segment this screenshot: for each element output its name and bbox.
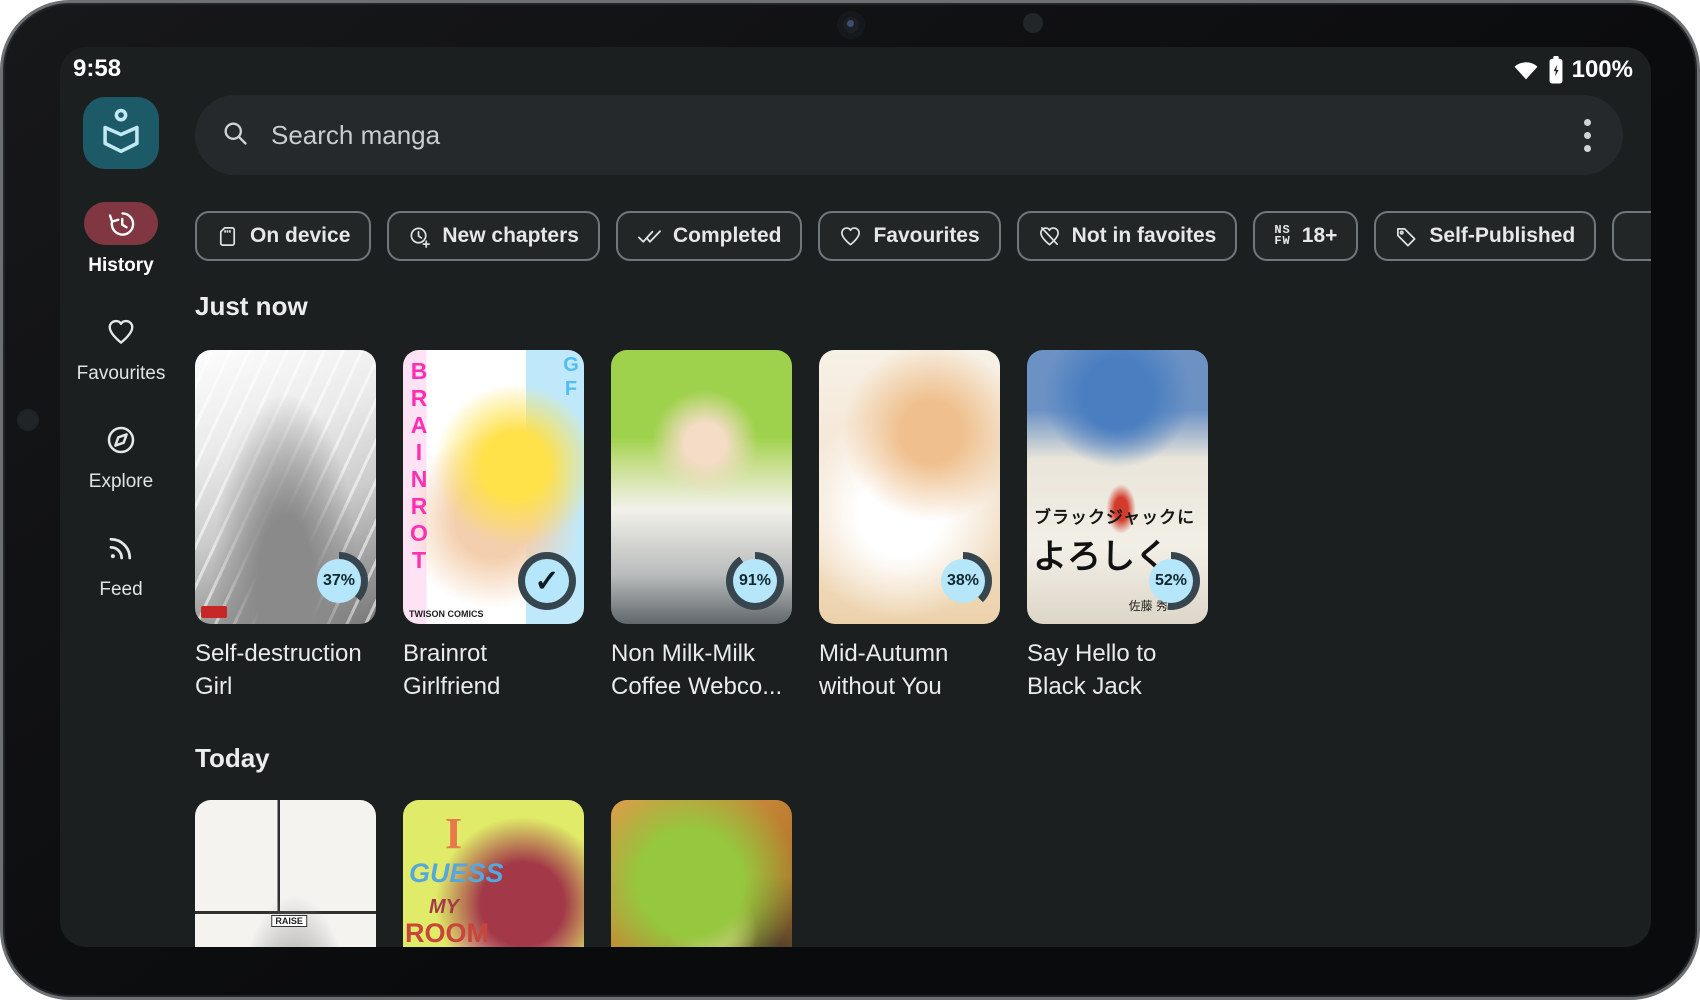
reading-progress-badge: 37% (310, 552, 368, 610)
history-icon (106, 209, 136, 239)
sidebar-item-feed[interactable]: Feed (84, 526, 158, 601)
history-row-today: RAISE I GUESS MY ROOM MATE (195, 800, 1651, 947)
heart-off-icon (1038, 225, 1061, 248)
sidebar-item-history[interactable]: History (84, 202, 158, 277)
manga-card[interactable]: BRAINROT GF TWISON COMICS ✓ Brainrot Gir… (403, 350, 584, 703)
light-sensor (1023, 13, 1043, 33)
filter-chip-completed[interactable]: Completed (616, 211, 803, 261)
kebab-menu-icon[interactable] (1578, 113, 1597, 158)
cover-art-text: MY (429, 896, 459, 919)
sidebar-item-label: History (88, 255, 153, 277)
device-screenshot: 9:58 100% (0, 0, 1700, 1000)
manga-title: Non Milk-Milk Coffee Webco... (611, 637, 792, 703)
sidebar-item-label: Favourites (77, 363, 166, 385)
completed-badge: ✓ (518, 552, 576, 610)
manga-card[interactable]: 38% Mid-Autumn without You (819, 350, 1000, 703)
manga-cover: 37% (195, 350, 376, 624)
nsfw-icon: NS FW (1274, 225, 1290, 247)
manga-card[interactable]: 37% Self-destruction Girl (195, 350, 376, 703)
cover-art-text: I (445, 808, 462, 859)
filter-chip-18plus[interactable]: NS FW 18+ (1253, 211, 1358, 261)
heart-icon (839, 225, 862, 248)
search-input[interactable]: Search manga (195, 95, 1623, 175)
cover-art-text: ブラックジャックに (1034, 503, 1195, 528)
manga-cover (611, 800, 792, 947)
app-screen: 9:58 100% (60, 47, 1651, 947)
manga-cover: 91% (611, 350, 792, 624)
navigation-rail: History Favourites (60, 97, 182, 601)
cover-art-text: GUESS (409, 858, 504, 889)
sd-card-icon (216, 225, 239, 248)
filter-chip-not-in-favourites[interactable]: Not in favoites (1017, 211, 1238, 261)
manga-card[interactable]: I GUESS MY ROOM MATE (403, 800, 584, 947)
cover-art-text: BRAINROT (405, 358, 432, 574)
manga-title: Self-destruction Girl (195, 637, 376, 703)
active-indicator (84, 202, 158, 245)
cover-publisher-text: TWISON COMICS (409, 609, 484, 619)
search-icon (221, 119, 249, 152)
filter-chip-new-chapters[interactable]: New chapters (387, 211, 600, 261)
history-row-just-now: 37% Self-destruction Girl BRAINROT GF TW (195, 350, 1651, 703)
filter-chip-on-device[interactable]: On device (195, 211, 371, 261)
filter-chip-self-published[interactable]: Self-Published (1374, 211, 1596, 261)
clock: 9:58 (73, 55, 121, 83)
filter-chip-partial[interactable] (1612, 211, 1651, 261)
filter-chip-favourites[interactable]: Favourites (818, 211, 1000, 261)
sidebar-item-label: Explore (89, 471, 153, 493)
manga-title: Say Hello to Black Jack (1027, 637, 1208, 703)
side-camera (17, 409, 39, 431)
front-camera (837, 11, 865, 39)
search-placeholder: Search manga (271, 120, 1578, 151)
cover-art-text: RAISE (271, 915, 307, 927)
publisher-mark (201, 606, 227, 618)
manga-title: Mid-Autumn without You (819, 637, 1000, 703)
manga-cover: BRAINROT GF TWISON COMICS ✓ (403, 350, 584, 624)
manga-card[interactable]: RAISE (195, 800, 376, 947)
heart-icon (105, 317, 137, 347)
manga-cover: ブラックジャックに よろしく 佐藤 秀 52% (1027, 350, 1208, 624)
manga-card[interactable]: ブラックジャックに よろしく 佐藤 秀 52% Say Hello to Bla… (1027, 350, 1208, 703)
reading-progress-badge: 52% (1142, 552, 1200, 610)
main-content: Search manga On device (195, 47, 1651, 947)
manga-card[interactable]: 91% Non Milk-Milk Coffee Webco... (611, 350, 792, 703)
section-header-just-now: Just now (195, 291, 1651, 322)
app-logo-button[interactable] (83, 97, 159, 169)
manga-cover: I GUESS MY ROOM MATE (403, 800, 584, 947)
manga-title: Brainrot Girlfriend (403, 637, 584, 703)
double-check-icon (637, 225, 662, 248)
manga-cover: 38% (819, 350, 1000, 624)
mihon-logo-icon (99, 108, 143, 159)
tablet-bezel: 9:58 100% (0, 0, 1700, 1000)
sidebar-item-label: Feed (99, 579, 142, 601)
filter-chip-row: On device New chapters (195, 211, 1651, 261)
section-header-today: Today (195, 743, 1651, 774)
cover-art-text: GF (559, 354, 582, 402)
reading-progress-badge: 38% (934, 552, 992, 610)
tag-icon (1395, 225, 1418, 248)
cover-art-text: ROOM (405, 918, 489, 947)
manga-cover: RAISE (195, 800, 376, 947)
sidebar-item-explore[interactable]: Explore (84, 418, 158, 493)
clock-plus-icon (408, 225, 431, 248)
reading-progress-badge: 91% (726, 552, 784, 610)
manga-card[interactable] (611, 800, 792, 947)
rss-icon (106, 533, 136, 563)
compass-icon (105, 424, 137, 456)
sidebar-item-favourites[interactable]: Favourites (77, 310, 166, 385)
